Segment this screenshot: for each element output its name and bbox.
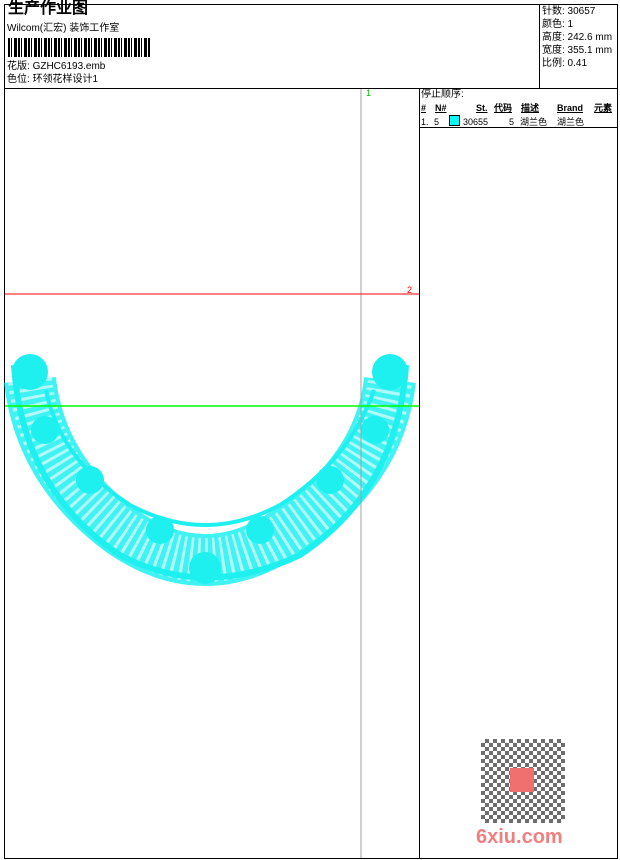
seal-stamp: [510, 768, 534, 792]
design-canvas: [4, 89, 419, 858]
watermark-text: 6xiu.com: [476, 826, 563, 848]
lace-design: [4, 354, 416, 586]
vertical-guide-label: 1: [366, 88, 372, 98]
horizontal-guide-label: 2: [407, 285, 413, 295]
